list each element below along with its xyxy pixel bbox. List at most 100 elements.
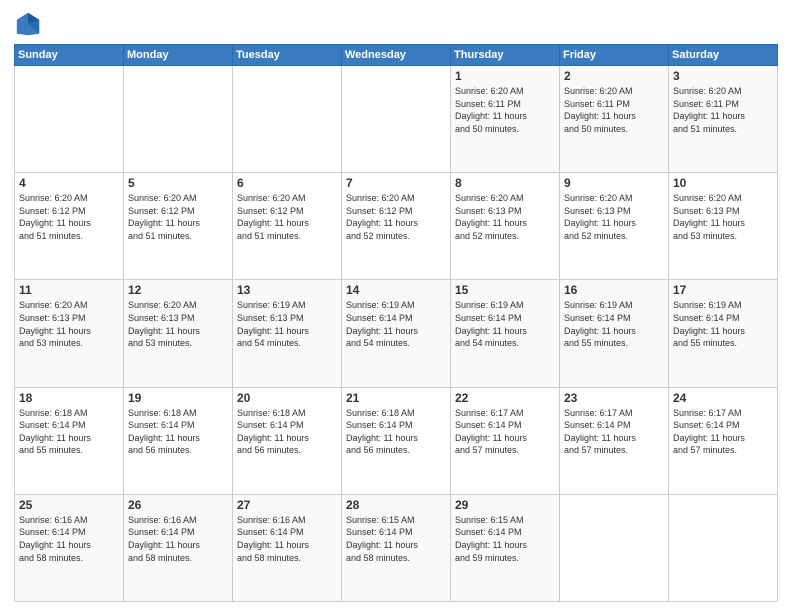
day-number: 25 — [19, 498, 119, 512]
day-info: Sunrise: 6:20 AM Sunset: 6:12 PM Dayligh… — [346, 192, 446, 242]
day-cell: 10 Sunrise: 6:20 AM Sunset: 6:13 PM Dayli… — [669, 173, 778, 280]
day-cell — [124, 66, 233, 173]
day-number: 29 — [455, 498, 555, 512]
day-cell: 6 Sunrise: 6:20 AM Sunset: 6:12 PM Daylig… — [233, 173, 342, 280]
weekday-row: SundayMondayTuesdayWednesdayThursdayFrid… — [15, 45, 778, 66]
day-number: 12 — [128, 283, 228, 297]
day-cell: 21 Sunrise: 6:18 AM Sunset: 6:14 PM Dayli… — [342, 387, 451, 494]
week-row-4: 25 Sunrise: 6:16 AM Sunset: 6:14 PM Dayli… — [15, 494, 778, 601]
day-cell: 26Sunrise: 6:16 AM Sunset: 6:14 PM Dayli… — [124, 494, 233, 601]
day-number: 23 — [564, 391, 664, 405]
weekday-header-tuesday: Tuesday — [233, 45, 342, 66]
day-number: 15 — [455, 283, 555, 297]
day-info: Sunrise: 6:19 AM Sunset: 6:14 PM Dayligh… — [673, 299, 773, 349]
day-number: 4 — [19, 176, 119, 190]
day-cell: 7 Sunrise: 6:20 AM Sunset: 6:12 PM Daylig… — [342, 173, 451, 280]
day-number: 28 — [346, 498, 446, 512]
day-info: Sunrise: 6:20 AM Sunset: 6:12 PM Dayligh… — [19, 192, 119, 242]
day-number: 13 — [237, 283, 337, 297]
day-number: 20 — [237, 391, 337, 405]
day-cell: 5 Sunrise: 6:20 AM Sunset: 6:12 PM Daylig… — [124, 173, 233, 280]
day-info: Sunrise: 6:19 AM Sunset: 6:14 PM Dayligh… — [346, 299, 446, 349]
day-number: 24 — [673, 391, 773, 405]
day-cell: 23 Sunrise: 6:17 AM Sunset: 6:14 PM Dayli… — [560, 387, 669, 494]
day-cell: 22 Sunrise: 6:17 AM Sunset: 6:14 PM Dayli… — [451, 387, 560, 494]
day-info: Sunrise: 6:18 AM Sunset: 6:14 PM Dayligh… — [237, 407, 337, 457]
day-info: Sunrise: 6:20 AM Sunset: 6:11 PM Dayligh… — [673, 85, 773, 135]
day-cell: 16Sunrise: 6:19 AM Sunset: 6:14 PM Dayli… — [560, 280, 669, 387]
day-cell — [342, 66, 451, 173]
day-number: 11 — [19, 283, 119, 297]
weekday-header-saturday: Saturday — [669, 45, 778, 66]
day-cell: 25 Sunrise: 6:16 AM Sunset: 6:14 PM Dayli… — [15, 494, 124, 601]
day-cell: 4 Sunrise: 6:20 AM Sunset: 6:12 PM Daylig… — [15, 173, 124, 280]
day-info: Sunrise: 6:20 AM Sunset: 6:13 PM Dayligh… — [128, 299, 228, 349]
day-info: Sunrise: 6:20 AM Sunset: 6:13 PM Dayligh… — [455, 192, 555, 242]
day-cell: 24 Sunrise: 6:17 AM Sunset: 6:14 PM Dayli… — [669, 387, 778, 494]
day-cell: 28 Sunrise: 6:15 AM Sunset: 6:14 PM Dayli… — [342, 494, 451, 601]
day-number: 10 — [673, 176, 773, 190]
day-number: 14 — [346, 283, 446, 297]
day-info: Sunrise: 6:20 AM Sunset: 6:12 PM Dayligh… — [237, 192, 337, 242]
day-info: Sunrise: 6:17 AM Sunset: 6:14 PM Dayligh… — [564, 407, 664, 457]
day-info: Sunrise: 6:18 AM Sunset: 6:14 PM Dayligh… — [346, 407, 446, 457]
day-info: Sunrise: 6:15 AM Sunset: 6:14 PM Dayligh… — [455, 514, 555, 564]
page: SundayMondayTuesdayWednesdayThursdayFrid… — [0, 0, 792, 612]
calendar-header: SundayMondayTuesdayWednesdayThursdayFrid… — [15, 45, 778, 66]
day-info: Sunrise: 6:20 AM Sunset: 6:11 PM Dayligh… — [455, 85, 555, 135]
calendar-body: 1 Sunrise: 6:20 AM Sunset: 6:11 PM Daylig… — [15, 66, 778, 602]
day-number: 18 — [19, 391, 119, 405]
day-info: Sunrise: 6:16 AM Sunset: 6:14 PM Dayligh… — [237, 514, 337, 564]
day-number: 5 — [128, 176, 228, 190]
day-info: Sunrise: 6:19 AM Sunset: 6:13 PM Dayligh… — [237, 299, 337, 349]
day-number: 8 — [455, 176, 555, 190]
day-info: Sunrise: 6:20 AM Sunset: 6:12 PM Dayligh… — [128, 192, 228, 242]
day-cell: 17 Sunrise: 6:19 AM Sunset: 6:14 PM Dayli… — [669, 280, 778, 387]
day-cell — [233, 66, 342, 173]
week-row-1: 4 Sunrise: 6:20 AM Sunset: 6:12 PM Daylig… — [15, 173, 778, 280]
day-cell: 12 Sunrise: 6:20 AM Sunset: 6:13 PM Dayli… — [124, 280, 233, 387]
day-cell: 29 Sunrise: 6:15 AM Sunset: 6:14 PM Dayli… — [451, 494, 560, 601]
day-cell — [669, 494, 778, 601]
day-info: Sunrise: 6:17 AM Sunset: 6:14 PM Dayligh… — [455, 407, 555, 457]
day-number: 22 — [455, 391, 555, 405]
day-info: Sunrise: 6:15 AM Sunset: 6:14 PM Dayligh… — [346, 514, 446, 564]
day-cell: 14 Sunrise: 6:19 AM Sunset: 6:14 PM Dayli… — [342, 280, 451, 387]
day-number: 19 — [128, 391, 228, 405]
day-number: 7 — [346, 176, 446, 190]
day-cell: 15 Sunrise: 6:19 AM Sunset: 6:14 PM Dayli… — [451, 280, 560, 387]
day-cell: 3Sunrise: 6:20 AM Sunset: 6:11 PM Daylig… — [669, 66, 778, 173]
day-cell: 18 Sunrise: 6:18 AM Sunset: 6:14 PM Dayli… — [15, 387, 124, 494]
day-info: Sunrise: 6:18 AM Sunset: 6:14 PM Dayligh… — [128, 407, 228, 457]
day-cell: 1 Sunrise: 6:20 AM Sunset: 6:11 PM Daylig… — [451, 66, 560, 173]
day-cell — [15, 66, 124, 173]
day-cell: 13 Sunrise: 6:19 AM Sunset: 6:13 PM Dayli… — [233, 280, 342, 387]
day-info: Sunrise: 6:20 AM Sunset: 6:13 PM Dayligh… — [19, 299, 119, 349]
week-row-3: 18 Sunrise: 6:18 AM Sunset: 6:14 PM Dayli… — [15, 387, 778, 494]
day-cell: 27Sunrise: 6:16 AM Sunset: 6:14 PM Dayli… — [233, 494, 342, 601]
week-row-2: 11 Sunrise: 6:20 AM Sunset: 6:13 PM Dayli… — [15, 280, 778, 387]
header — [14, 10, 778, 38]
day-number: 1 — [455, 69, 555, 83]
weekday-header-thursday: Thursday — [451, 45, 560, 66]
day-info: Sunrise: 6:17 AM Sunset: 6:14 PM Dayligh… — [673, 407, 773, 457]
day-cell: 20 Sunrise: 6:18 AM Sunset: 6:14 PM Dayli… — [233, 387, 342, 494]
day-cell: 8 Sunrise: 6:20 AM Sunset: 6:13 PM Daylig… — [451, 173, 560, 280]
day-info: Sunrise: 6:19 AM Sunset: 6:14 PM Dayligh… — [455, 299, 555, 349]
day-cell: 2Sunrise: 6:20 AM Sunset: 6:11 PM Daylig… — [560, 66, 669, 173]
day-cell: 19 Sunrise: 6:18 AM Sunset: 6:14 PM Dayli… — [124, 387, 233, 494]
weekday-header-sunday: Sunday — [15, 45, 124, 66]
calendar-table: SundayMondayTuesdayWednesdayThursdayFrid… — [14, 44, 778, 602]
day-cell — [560, 494, 669, 601]
day-number: 21 — [346, 391, 446, 405]
day-info: Sunrise: 6:20 AM Sunset: 6:13 PM Dayligh… — [673, 192, 773, 242]
day-number: 26 — [128, 498, 228, 512]
day-number: 16 — [564, 283, 664, 297]
day-info: Sunrise: 6:18 AM Sunset: 6:14 PM Dayligh… — [19, 407, 119, 457]
weekday-header-wednesday: Wednesday — [342, 45, 451, 66]
day-number: 17 — [673, 283, 773, 297]
day-info: Sunrise: 6:16 AM Sunset: 6:14 PM Dayligh… — [19, 514, 119, 564]
logo-icon — [14, 10, 42, 38]
day-number: 6 — [237, 176, 337, 190]
week-row-0: 1 Sunrise: 6:20 AM Sunset: 6:11 PM Daylig… — [15, 66, 778, 173]
